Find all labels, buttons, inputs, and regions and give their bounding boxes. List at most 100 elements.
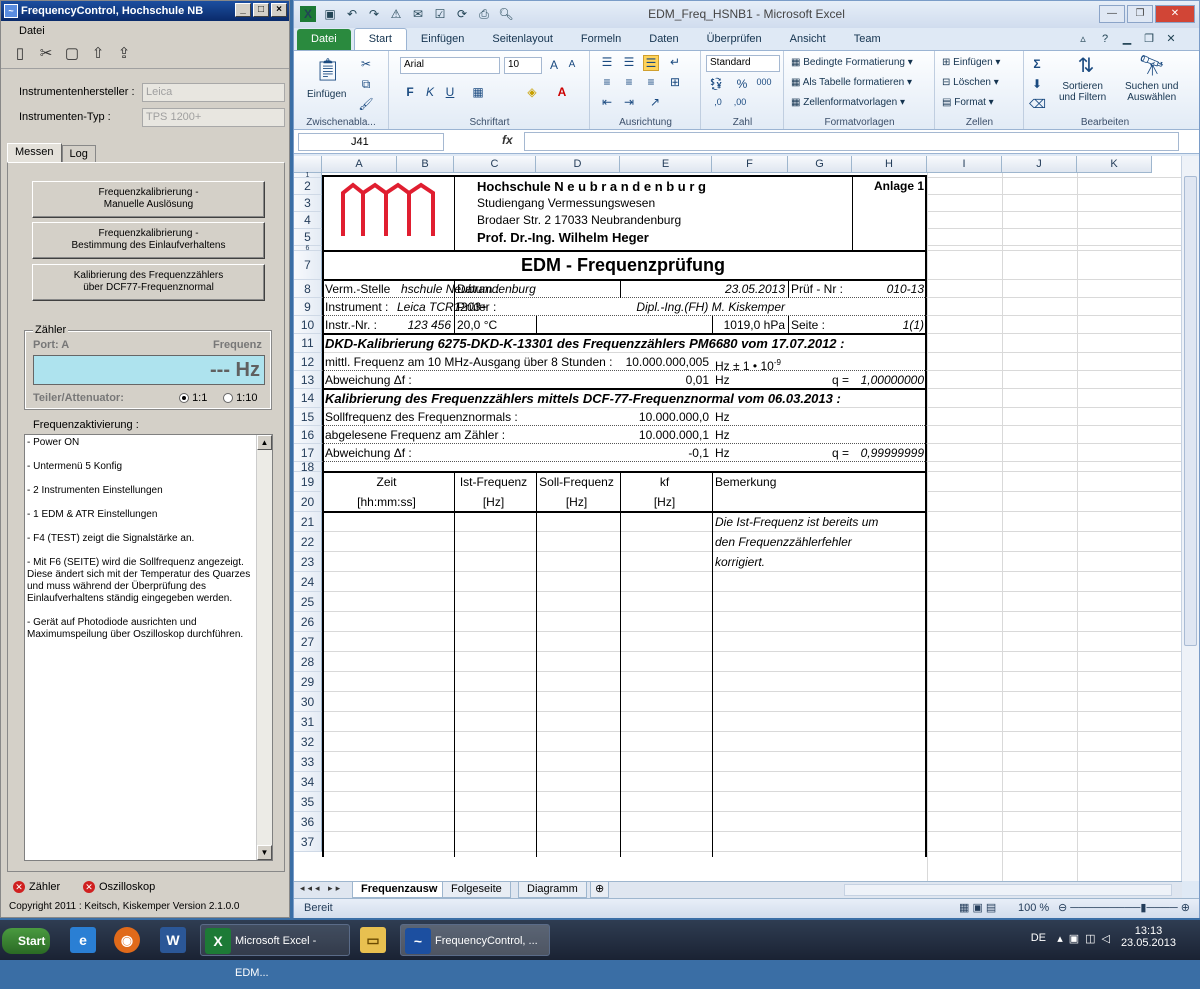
type-field[interactable]: TPS 1200+ — [142, 108, 285, 127]
counter-calibration-button[interactable]: Kalibrierung des Frequenzzählers über DCF… — [32, 264, 265, 301]
scroll-thumb[interactable] — [1184, 176, 1197, 646]
font-size-select[interactable]: 10 — [504, 57, 542, 74]
row-header[interactable]: 22 — [294, 532, 322, 552]
column-header[interactable]: H — [852, 156, 927, 172]
table-unit-header[interactable]: [Hz] — [536, 495, 617, 510]
find-select-button[interactable]: Suchen und Auswählen — [1125, 81, 1178, 103]
align-bottom-icon[interactable]: ☰ — [643, 55, 659, 71]
row-header[interactable]: 12 — [294, 353, 322, 371]
divider-option-1[interactable]: 1:1 — [179, 392, 207, 404]
check-icon[interactable]: ☑ — [432, 6, 448, 22]
help-icon[interactable]: ? — [1097, 31, 1113, 47]
row-header[interactable]: 32 — [294, 732, 322, 752]
close-button[interactable]: ✕ — [1155, 5, 1195, 23]
align-right-icon[interactable]: ≡ — [643, 75, 659, 89]
row-header[interactable]: 19 — [294, 472, 322, 492]
menu-datei[interactable]: Datei — [1, 21, 289, 41]
vertical-scrollbar[interactable] — [1181, 156, 1199, 881]
sheet-tab-folgeseite[interactable]: Folgeseite — [442, 882, 511, 898]
font-color-icon[interactable]: A — [554, 85, 570, 99]
align-top-icon[interactable]: ☰ — [599, 55, 615, 69]
row-header[interactable]: 35 — [294, 792, 322, 812]
radio-1-10[interactable] — [223, 393, 233, 404]
fc-title-bar[interactable]: ~ FrequencyControl, Hochschule NB _ □ × — [1, 1, 289, 21]
cell-mittl-frequenz-value[interactable]: 10.000.000,005 — [536, 355, 709, 370]
cell-abweichung-label[interactable]: Abweichung Δf : — [325, 373, 412, 388]
fill-color-icon[interactable]: ◈ — [524, 85, 540, 99]
decrease-indent-icon[interactable]: ⇤ — [599, 95, 615, 109]
row-header[interactable]: 9 — [294, 298, 322, 316]
dkd-heading[interactable]: DKD-Kalibrierung 6275-DKD-K-13301 des Fr… — [325, 336, 844, 351]
increase-decimal-icon[interactable]: ,0 — [710, 97, 726, 107]
row-header[interactable]: 23 — [294, 552, 322, 572]
firefox-taskbar-icon[interactable]: ◉ — [110, 924, 146, 956]
new-document-icon[interactable]: ▢ — [61, 43, 83, 65]
shrink-font-icon[interactable]: A — [564, 59, 580, 70]
zoom-slider[interactable]: ⊖ ─────────▮──── ⊕ — [1058, 899, 1190, 918]
row-header[interactable]: 7 — [294, 251, 322, 280]
cell-unit-hz[interactable]: Hz — [715, 428, 730, 443]
cell-temperature[interactable]: 20,0 °C — [457, 318, 497, 333]
find-select-icon[interactable]: 🔭︎ — [1139, 53, 1165, 78]
row-header[interactable]: 27 — [294, 632, 322, 652]
cell-verm-stelle[interactable]: Verm.-Stelle — [325, 282, 390, 297]
cell-datum-label[interactable]: Datum : — [457, 282, 499, 297]
delete-cells-button[interactable]: ⊟ Löschen ▾ — [942, 77, 999, 88]
scroll-up-icon[interactable]: ▲ — [257, 435, 272, 450]
normal-view-icon[interactable]: ▦ ▣ ▤ — [959, 899, 996, 918]
tab-formeln[interactable]: Formeln — [567, 29, 635, 50]
save-icon[interactable]: ▣ — [322, 6, 338, 22]
professor[interactable]: Prof. Dr.-Ing. Wilhelm Heger — [477, 230, 649, 245]
row-header[interactable]: 14 — [294, 389, 322, 408]
tab-ansicht[interactable]: Ansicht — [776, 29, 840, 50]
row-header[interactable]: 10 — [294, 316, 322, 334]
wb-close-icon[interactable]: ✕ — [1163, 31, 1179, 47]
row-header[interactable]: 29 — [294, 672, 322, 692]
row-header[interactable]: 4 — [294, 212, 322, 229]
row-header[interactable]: 36 — [294, 812, 322, 832]
cell-datum-value[interactable]: 23.05.2013 — [620, 282, 785, 297]
address[interactable]: Brodaer Str. 2 17033 Neubrandenburg — [477, 213, 681, 228]
row-header[interactable]: 30 — [294, 692, 322, 712]
clear-icon[interactable]: ⌫ — [1029, 97, 1046, 111]
device-icon[interactable]: ▯ — [9, 43, 31, 65]
merge-icon[interactable]: ⊞ — [667, 75, 683, 89]
italic-icon[interactable]: K — [422, 85, 438, 99]
percent-icon[interactable]: % — [734, 77, 750, 91]
restore-button[interactable]: ❐ — [1127, 5, 1153, 23]
fill-icon[interactable]: ⬇ — [1029, 77, 1045, 91]
column-header[interactable]: J — [1002, 156, 1077, 172]
conditional-formatting-button[interactable]: ▦ Bedingte Formatierung ▾ — [791, 57, 913, 68]
decrease-decimal-icon[interactable]: ,00 — [732, 97, 748, 107]
column-header[interactable]: D — [536, 156, 620, 172]
undo-icon[interactable]: ↶ — [344, 6, 360, 22]
language-indicator[interactable]: DE — [1031, 932, 1046, 944]
table-column-header[interactable]: Bemerkung — [715, 475, 776, 490]
bold-icon[interactable]: F — [402, 85, 418, 99]
ie-taskbar-icon[interactable]: e — [66, 924, 102, 956]
row-header[interactable]: 28 — [294, 652, 322, 672]
clock[interactable]: 13:13 23.05.2013 — [1121, 925, 1176, 949]
table-unit-header[interactable]: [hh:mm:ss] — [322, 495, 451, 510]
cell-sollfrequenz-value[interactable]: 10.000.000,0 — [536, 410, 709, 425]
cell-verm-stelle-value[interactable]: hschule Neubrandenburg — [401, 282, 536, 297]
select-all-corner[interactable] — [294, 156, 322, 172]
column-header[interactable]: E — [620, 156, 712, 172]
row-header[interactable]: 25 — [294, 592, 322, 612]
row-header[interactable]: 21 — [294, 512, 322, 532]
column-header[interactable]: B — [397, 156, 454, 172]
remark-line[interactable]: korrigiert. — [715, 555, 765, 570]
grow-font-icon[interactable]: A — [546, 58, 562, 72]
start-button[interactable]: Start — [2, 928, 50, 954]
table-column-header[interactable]: Zeit — [322, 475, 451, 490]
excel-icon[interactable]: X — [300, 6, 316, 22]
warmup-calibration-button[interactable]: Frequenzkalibrierung - Bestimmung des Ein… — [32, 222, 265, 259]
row-header[interactable]: 11 — [294, 334, 322, 353]
tab-messen[interactable]: Messen — [7, 143, 62, 163]
table-column-header[interactable]: Soll-Frequenz — [536, 475, 617, 490]
minimize-button[interactable]: — — [1099, 5, 1125, 23]
cell-styles-button[interactable]: ▦ Zellenformatvorlagen ▾ — [791, 97, 905, 108]
formula-input[interactable] — [524, 132, 1179, 151]
tab-seitenlayout[interactable]: Seitenlayout — [478, 29, 567, 50]
appendix-label[interactable]: Anlage 1 — [852, 179, 924, 194]
